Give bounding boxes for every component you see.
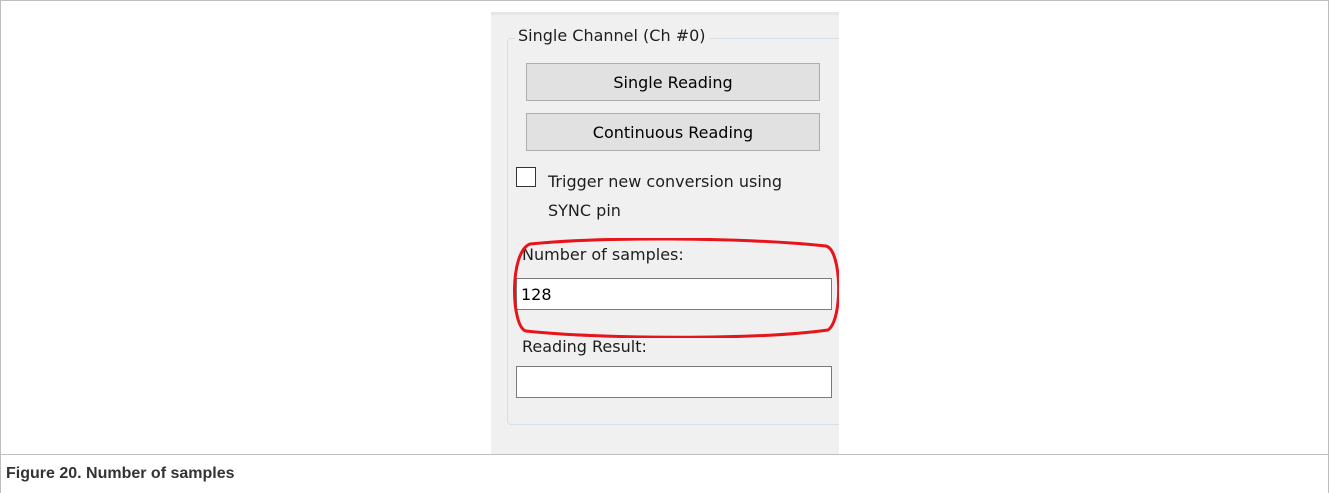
groupbox-title: Single Channel (Ch #0) (515, 26, 709, 45)
caption-bar: Figure 20. Number of samples (1, 454, 1328, 493)
trigger-sync-label: Trigger new conversion using SYNC pin (548, 172, 783, 220)
trigger-sync-checkbox[interactable] (516, 167, 536, 187)
figure-caption: Figure 20. Number of samples (6, 465, 235, 482)
continuous-reading-button[interactable]: Continuous Reading (526, 113, 820, 151)
number-of-samples-input[interactable] (516, 278, 832, 310)
reading-result-label: Reading Result: (522, 337, 647, 356)
single-reading-button[interactable]: Single Reading (526, 63, 820, 101)
reading-result-field[interactable] (516, 366, 832, 398)
figure-frame: Single Channel (Ch #0) Single Reading Co… (0, 0, 1329, 493)
number-of-samples-label: Number of samples: (522, 245, 684, 264)
app-window-crop: Single Channel (Ch #0) Single Reading Co… (491, 12, 839, 454)
